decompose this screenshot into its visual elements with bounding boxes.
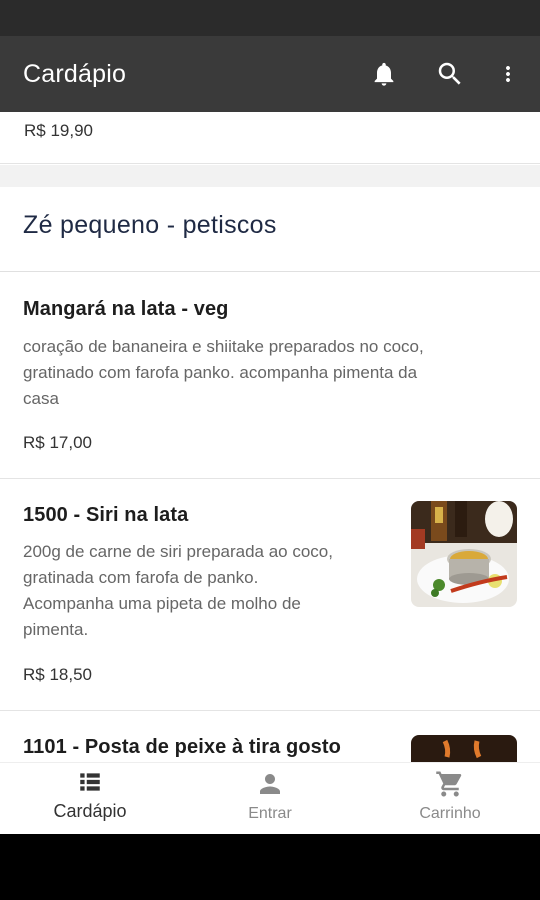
nav-label: Cardápio [53,801,127,821]
menu-list[interactable]: R$ 19,90 Zé pequeno - petiscos Mangará n… [0,112,540,762]
product-description-line: pimenta. [23,620,89,639]
notifications-button[interactable] [356,46,412,102]
previous-product-card[interactable]: R$ 19,90 [0,112,540,164]
product-card-siri-na-lata[interactable]: 1500 - Siri na lata 200g de carne de sir… [0,479,540,711]
product-image[interactable] [411,735,517,762]
section-divider [0,165,540,187]
product-price: R$ 19,90 [24,121,93,140]
app-actions [356,36,540,112]
more-vert-icon [506,66,510,82]
app-title: Cardápio [23,59,127,88]
product-description-line: coração de bananeira e shiitake preparad… [23,337,424,356]
more-options-button[interactable] [484,46,532,102]
status-bar [0,0,540,36]
fish-dish-image [411,735,517,762]
product-description: 200g de carne de siri preparada ao coco,… [23,539,403,643]
product-image[interactable] [411,501,517,607]
nav-entrar[interactable]: Entrar [180,763,360,834]
bottom-navigation: Cardápio Entrar Carrinho [0,762,540,834]
category-header: Zé pequeno - petiscos [0,187,540,272]
search-button[interactable] [422,46,478,102]
product-price: R$ 17,00 [23,433,92,452]
nav-carrinho[interactable]: Carrinho [360,763,540,834]
nav-cardapio[interactable]: Cardápio [0,763,180,834]
product-description-line: Acompanha uma pipeta de molho de [23,594,301,613]
search-icon [438,62,461,85]
product-description-line: casa [23,389,59,408]
product-card-posta-de-peixe[interactable]: 1101 - Posta de peixe à tira gosto [0,711,540,762]
system-navigation-bar [0,834,540,900]
product-description-line: gratinada com farofa de panko. [23,568,259,587]
person-icon [260,774,280,794]
product-name: Mangará na lata - veg [23,298,229,320]
nav-label: Carrinho [419,805,481,822]
category-title: Zé pequeno - petiscos [23,211,277,239]
product-name: 1101 - Posta de peixe à tira gosto [23,736,341,758]
siri-dish-image [411,501,517,607]
product-name: 1500 - Siri na lata [23,504,189,526]
list-icon [80,773,100,791]
product-card-mangara[interactable]: Mangará na lata - veg coração de bananei… [0,273,540,479]
product-description-line: 200g de carne de siri preparada ao coco, [23,542,333,561]
product-description: coração de bananeira e shiitake preparad… [23,334,513,412]
bell-icon [374,62,394,86]
product-description-line: gratinado com farofa panko. acompanha pi… [23,363,418,382]
product-price: R$ 18,50 [23,665,92,684]
cart-icon [436,771,462,797]
nav-label: Entrar [248,805,292,822]
app-bar: Cardápio [0,36,540,112]
